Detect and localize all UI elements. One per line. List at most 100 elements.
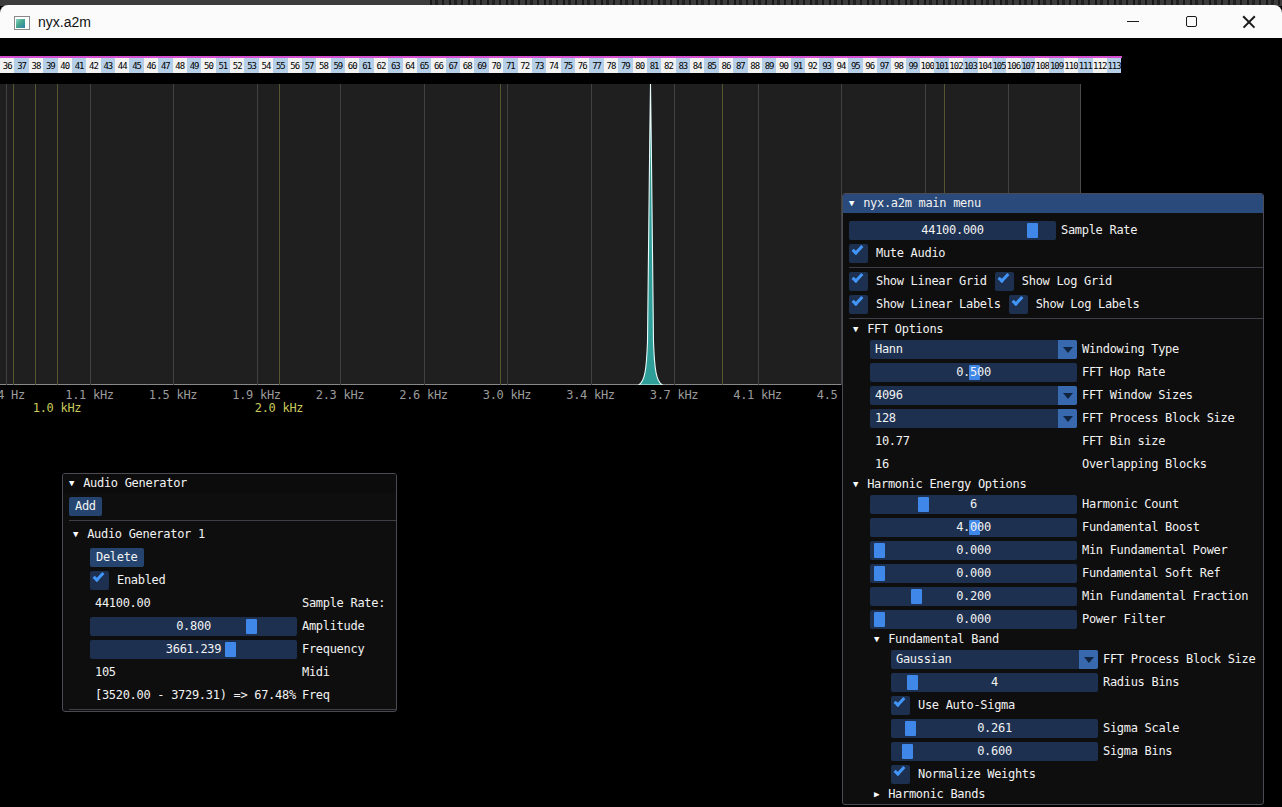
midi-note-77[interactable]: 77 (589, 58, 603, 73)
midi-note-106[interactable]: 106 (1006, 58, 1020, 73)
midi-note-47[interactable]: 47 (158, 58, 172, 73)
tree-open-arrow-icon[interactable]: ▼ (853, 323, 858, 336)
tree-label[interactable]: Audio Generator 1 (87, 525, 205, 544)
combo-fft-process-block-size[interactable]: 128 (870, 409, 1077, 428)
midi-note-100[interactable]: 100 (920, 58, 934, 73)
panel-titlebar[interactable]: ▼Audio Generator (63, 474, 396, 493)
tree-open-arrow-icon[interactable]: ▼ (853, 478, 858, 491)
midi-note-109[interactable]: 109 (1049, 58, 1063, 73)
midi-note-99[interactable]: 99 (906, 58, 920, 73)
midi-note-50[interactable]: 50 (201, 58, 215, 73)
midi-note-112[interactable]: 112 (1093, 58, 1107, 73)
tree-label[interactable]: Harmonic Energy Options (867, 478, 1026, 491)
midi-note-62[interactable]: 62 (374, 58, 388, 73)
slider-fundamental-boost[interactable]: 4.000 (870, 518, 1077, 537)
tree-open-arrow-icon[interactable]: ▼ (874, 633, 879, 646)
button-delete[interactable]: Delete (90, 548, 144, 567)
slider-harmonic-count[interactable]: 6 (870, 495, 1077, 514)
midi-note-55[interactable]: 55 (273, 58, 287, 73)
midi-note-104[interactable]: 104 (978, 58, 992, 73)
checkbox-show-linear-grid[interactable] (849, 272, 868, 291)
midi-note-75[interactable]: 75 (561, 58, 575, 73)
midi-note-90[interactable]: 90 (776, 58, 790, 73)
midi-note-37[interactable]: 37 (14, 58, 28, 73)
midi-note-52[interactable]: 52 (230, 58, 244, 73)
midi-note-82[interactable]: 82 (661, 58, 675, 73)
midi-note-93[interactable]: 93 (819, 58, 833, 73)
midi-note-101[interactable]: 101 (934, 58, 948, 73)
midi-note-88[interactable]: 88 (748, 58, 762, 73)
midi-note-67[interactable]: 67 (446, 58, 460, 73)
checkbox-mute-audio[interactable] (849, 244, 868, 263)
midi-note-107[interactable]: 107 (1021, 58, 1035, 73)
tree-open-arrow-icon[interactable]: ▼ (73, 525, 78, 544)
midi-note-81[interactable]: 81 (647, 58, 661, 73)
combo-arrow-icon[interactable] (1058, 386, 1077, 405)
combo-fft-window-sizes[interactable]: 4096 (870, 386, 1077, 405)
midi-note-76[interactable]: 76 (575, 58, 589, 73)
midi-note-41[interactable]: 41 (72, 58, 86, 73)
midi-note-49[interactable]: 49 (187, 58, 201, 73)
midi-note-40[interactable]: 40 (58, 58, 72, 73)
midi-note-92[interactable]: 92 (805, 58, 819, 73)
midi-note-96[interactable]: 96 (863, 58, 877, 73)
midi-note-46[interactable]: 46 (144, 58, 158, 73)
midi-note-79[interactable]: 79 (618, 58, 632, 73)
midi-note-105[interactable]: 105 (992, 58, 1006, 73)
midi-note-39[interactable]: 39 (43, 58, 57, 73)
tree-label[interactable]: Fundamental Band (888, 633, 999, 646)
midi-note-44[interactable]: 44 (115, 58, 129, 73)
slider-sigma-scale[interactable]: 0.261 (891, 719, 1098, 738)
combo-windowing-type[interactable]: Hann (870, 340, 1077, 359)
midi-note-66[interactable]: 66 (431, 58, 445, 73)
midi-note-56[interactable]: 56 (288, 58, 302, 73)
midi-note-64[interactable]: 64 (403, 58, 417, 73)
midi-note-63[interactable]: 63 (388, 58, 402, 73)
midi-note-85[interactable]: 85 (704, 58, 718, 73)
checkbox-normalize-weights[interactable] (891, 765, 910, 784)
midi-note-97[interactable]: 97 (877, 58, 891, 73)
slider-min-fundamental-power[interactable]: 0.000 (870, 541, 1077, 560)
midi-note-94[interactable]: 94 (834, 58, 848, 73)
midi-note-74[interactable]: 74 (546, 58, 560, 73)
checkbox-enabled[interactable] (90, 571, 109, 590)
midi-note-68[interactable]: 68 (460, 58, 474, 73)
midi-note-43[interactable]: 43 (101, 58, 115, 73)
slider-sample-rate[interactable]: 44100.000 (849, 221, 1056, 240)
midi-note-70[interactable]: 70 (489, 58, 503, 73)
midi-note-102[interactable]: 102 (949, 58, 963, 73)
collapse-arrow-icon[interactable]: ▼ (849, 194, 854, 213)
collapse-arrow-icon[interactable]: ▼ (69, 474, 74, 493)
maximize-button[interactable] (1168, 5, 1214, 38)
midi-note-71[interactable]: 71 (503, 58, 517, 73)
midi-note-103[interactable]: 103 (963, 58, 977, 73)
slider-sigma-bins[interactable]: 0.600 (891, 742, 1098, 761)
combo-arrow-icon[interactable] (1058, 409, 1077, 428)
checkbox-show-linear-labels[interactable] (849, 295, 868, 314)
button-add[interactable]: Add (69, 497, 102, 516)
midi-note-38[interactable]: 38 (29, 58, 43, 73)
midi-note-61[interactable]: 61 (359, 58, 373, 73)
combo-arrow-icon[interactable] (1058, 340, 1077, 359)
slider-fundamental-soft-ref[interactable]: 0.000 (870, 564, 1077, 583)
midi-note-91[interactable]: 91 (791, 58, 805, 73)
midi-note-108[interactable]: 108 (1035, 58, 1049, 73)
slider-power-filter[interactable]: 0.000 (870, 610, 1077, 629)
midi-note-57[interactable]: 57 (302, 58, 316, 73)
tree-label[interactable]: Harmonic Bands (888, 788, 985, 801)
midi-note-36[interactable]: 36 (0, 58, 14, 73)
slider-frequency[interactable]: 3661.239 (90, 640, 297, 659)
checkbox-show-log-grid[interactable] (995, 272, 1014, 291)
midi-note-51[interactable]: 51 (216, 58, 230, 73)
slider-min-fundamental-fraction[interactable]: 0.200 (870, 587, 1077, 606)
midi-note-83[interactable]: 83 (676, 58, 690, 73)
midi-note-73[interactable]: 73 (532, 58, 546, 73)
minimize-button[interactable] (1110, 5, 1156, 38)
midi-note-48[interactable]: 48 (173, 58, 187, 73)
midi-note-strip[interactable]: 3637383940414243444546474849505152535455… (0, 56, 1122, 73)
midi-note-86[interactable]: 86 (719, 58, 733, 73)
midi-note-53[interactable]: 53 (244, 58, 258, 73)
midi-note-45[interactable]: 45 (129, 58, 143, 73)
combo-fft-process-block-size[interactable]: Gaussian (891, 650, 1098, 669)
midi-note-72[interactable]: 72 (518, 58, 532, 73)
